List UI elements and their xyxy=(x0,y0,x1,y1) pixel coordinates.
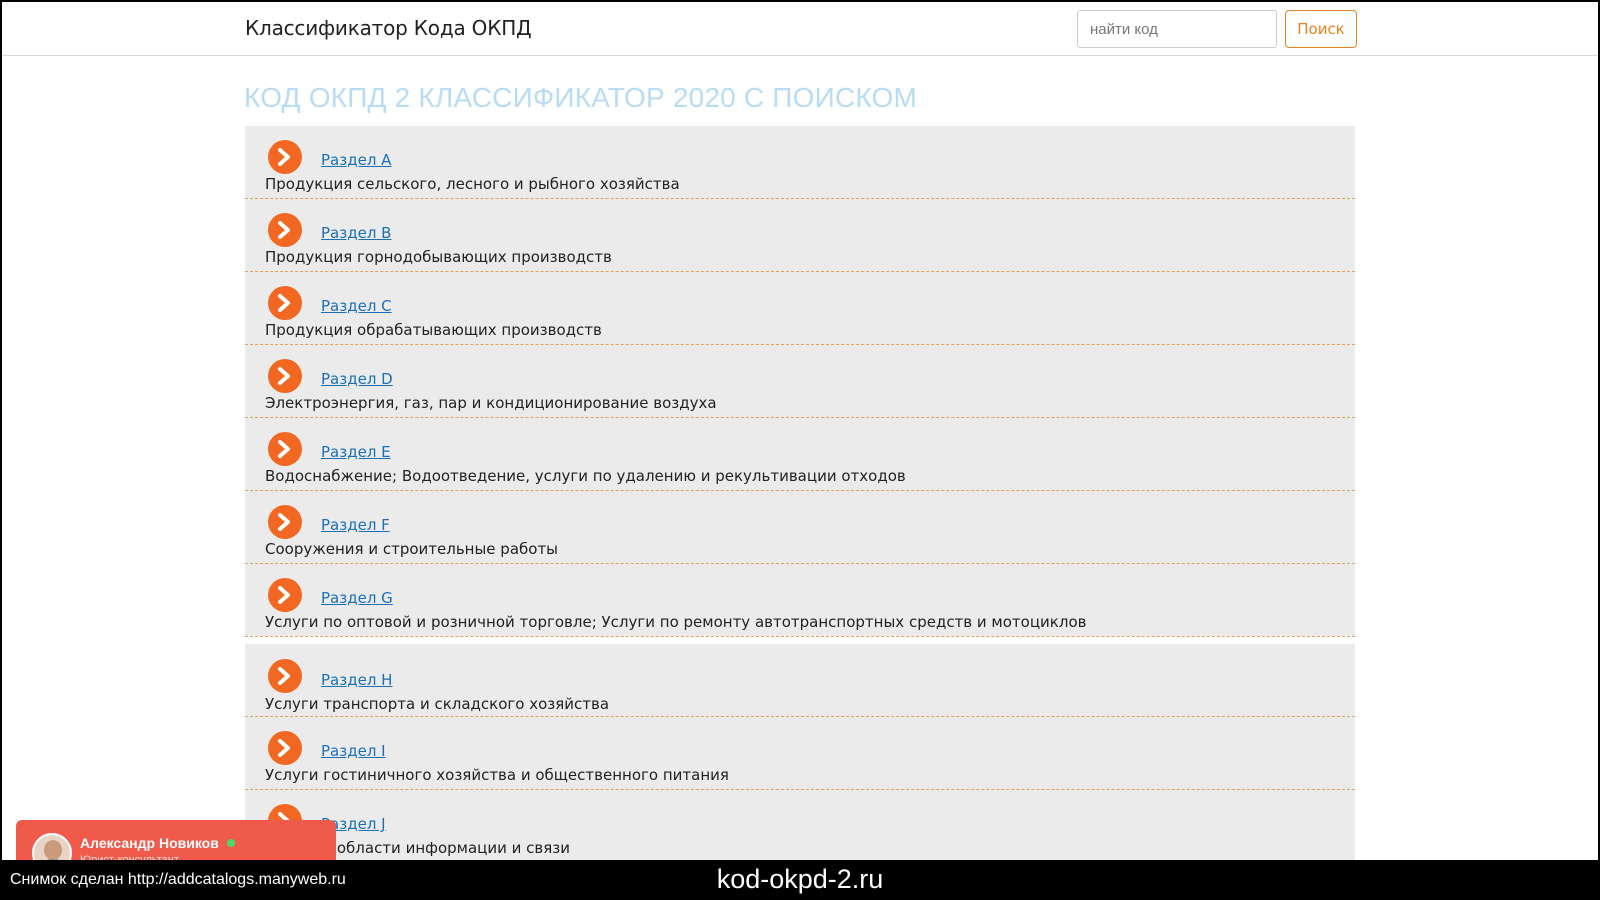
section-description: Услуги по оптовой и розничной торговле; … xyxy=(265,613,1087,631)
section-link[interactable]: Раздел I xyxy=(321,742,386,760)
chevron-right-circle-icon[interactable] xyxy=(268,432,302,466)
search-button[interactable]: Поиск xyxy=(1285,10,1357,48)
section-description: Продукция обрабатывающих производств xyxy=(265,321,602,339)
chevron-right-circle-icon[interactable] xyxy=(268,213,302,247)
page-title: КОД ОКПД 2 КЛАССИФИКАТОР 2020 С ПОИСКОМ xyxy=(244,82,918,113)
section-item: Раздел D Электроэнергия, газ, пар и конд… xyxy=(245,345,1355,418)
section-item: Раздел B Продукция горнодобывающих произ… xyxy=(245,199,1355,272)
chevron-right-circle-icon[interactable] xyxy=(268,505,302,539)
section-item: Раздел A Продукция сельского, лесного и … xyxy=(245,126,1355,199)
site-domain: kod-okpd-2.ru xyxy=(716,864,884,894)
section-description: Продукция горнодобывающих производств xyxy=(265,248,612,266)
chevron-right-circle-icon[interactable] xyxy=(268,286,302,320)
online-status-icon xyxy=(227,839,235,847)
section-description: Сооружения и строительные работы xyxy=(265,540,559,558)
section-link[interactable]: Раздел C xyxy=(321,297,392,315)
section-link[interactable]: Раздел H xyxy=(321,671,392,689)
section-description: Водоснабжение; Водоотведение, услуги по … xyxy=(265,467,906,485)
section-link[interactable]: Раздел E xyxy=(321,443,391,461)
section-item: Раздел F Сооружения и строительные работ… xyxy=(245,491,1355,564)
section-item: Раздел G Услуги по оптовой и розничной т… xyxy=(245,564,1355,637)
chevron-right-circle-icon[interactable] xyxy=(268,359,302,393)
section-item: Раздел J Услуги в области информации и с… xyxy=(245,790,1355,863)
brand-title[interactable]: Классификатор Кода ОКПД xyxy=(245,16,532,40)
top-navbar: Классификатор Кода ОКПД Поиск xyxy=(2,2,1598,56)
chevron-right-circle-icon[interactable] xyxy=(268,578,302,612)
chevron-right-circle-icon[interactable] xyxy=(268,659,302,693)
section-link[interactable]: Раздел F xyxy=(321,516,390,534)
section-description: Продукция сельского, лесного и рыбного х… xyxy=(265,175,680,193)
section-description: Услуги гостиничного хозяйства и обществе… xyxy=(265,766,729,784)
section-item: Раздел C Продукция обрабатывающих произв… xyxy=(245,272,1355,345)
search-input[interactable] xyxy=(1077,10,1277,48)
chevron-right-circle-icon[interactable] xyxy=(268,140,302,174)
sections-panel: Раздел A Продукция сельского, лесного и … xyxy=(245,126,1355,637)
capture-footer: Снимок сделан http://addcatalogs.manyweb… xyxy=(0,860,1600,900)
chevron-right-circle-icon[interactable] xyxy=(268,731,302,765)
sections-panel: Раздел H Услуги транспорта и складского … xyxy=(245,644,1355,864)
section-item: Раздел E Водоснабжение; Водоотведение, у… xyxy=(245,418,1355,491)
section-link[interactable]: Раздел A xyxy=(321,151,391,169)
chat-agent-name: Александр Новиков xyxy=(80,835,219,851)
section-link[interactable]: Раздел B xyxy=(321,224,391,242)
chat-widget[interactable]: Александр Новиков Юрист-консультант xyxy=(16,820,336,873)
section-description: Услуги транспорта и складского хозяйства xyxy=(265,695,610,713)
section-description: Электроэнергия, газ, пар и кондициониров… xyxy=(265,394,717,412)
section-item: Раздел H Услуги транспорта и складского … xyxy=(245,644,1355,717)
section-link[interactable]: Раздел D xyxy=(321,370,393,388)
avatar-head xyxy=(44,840,62,860)
section-item: Раздел I Услуги гостиничного хозяйства и… xyxy=(245,717,1355,790)
section-link[interactable]: Раздел G xyxy=(321,589,393,607)
